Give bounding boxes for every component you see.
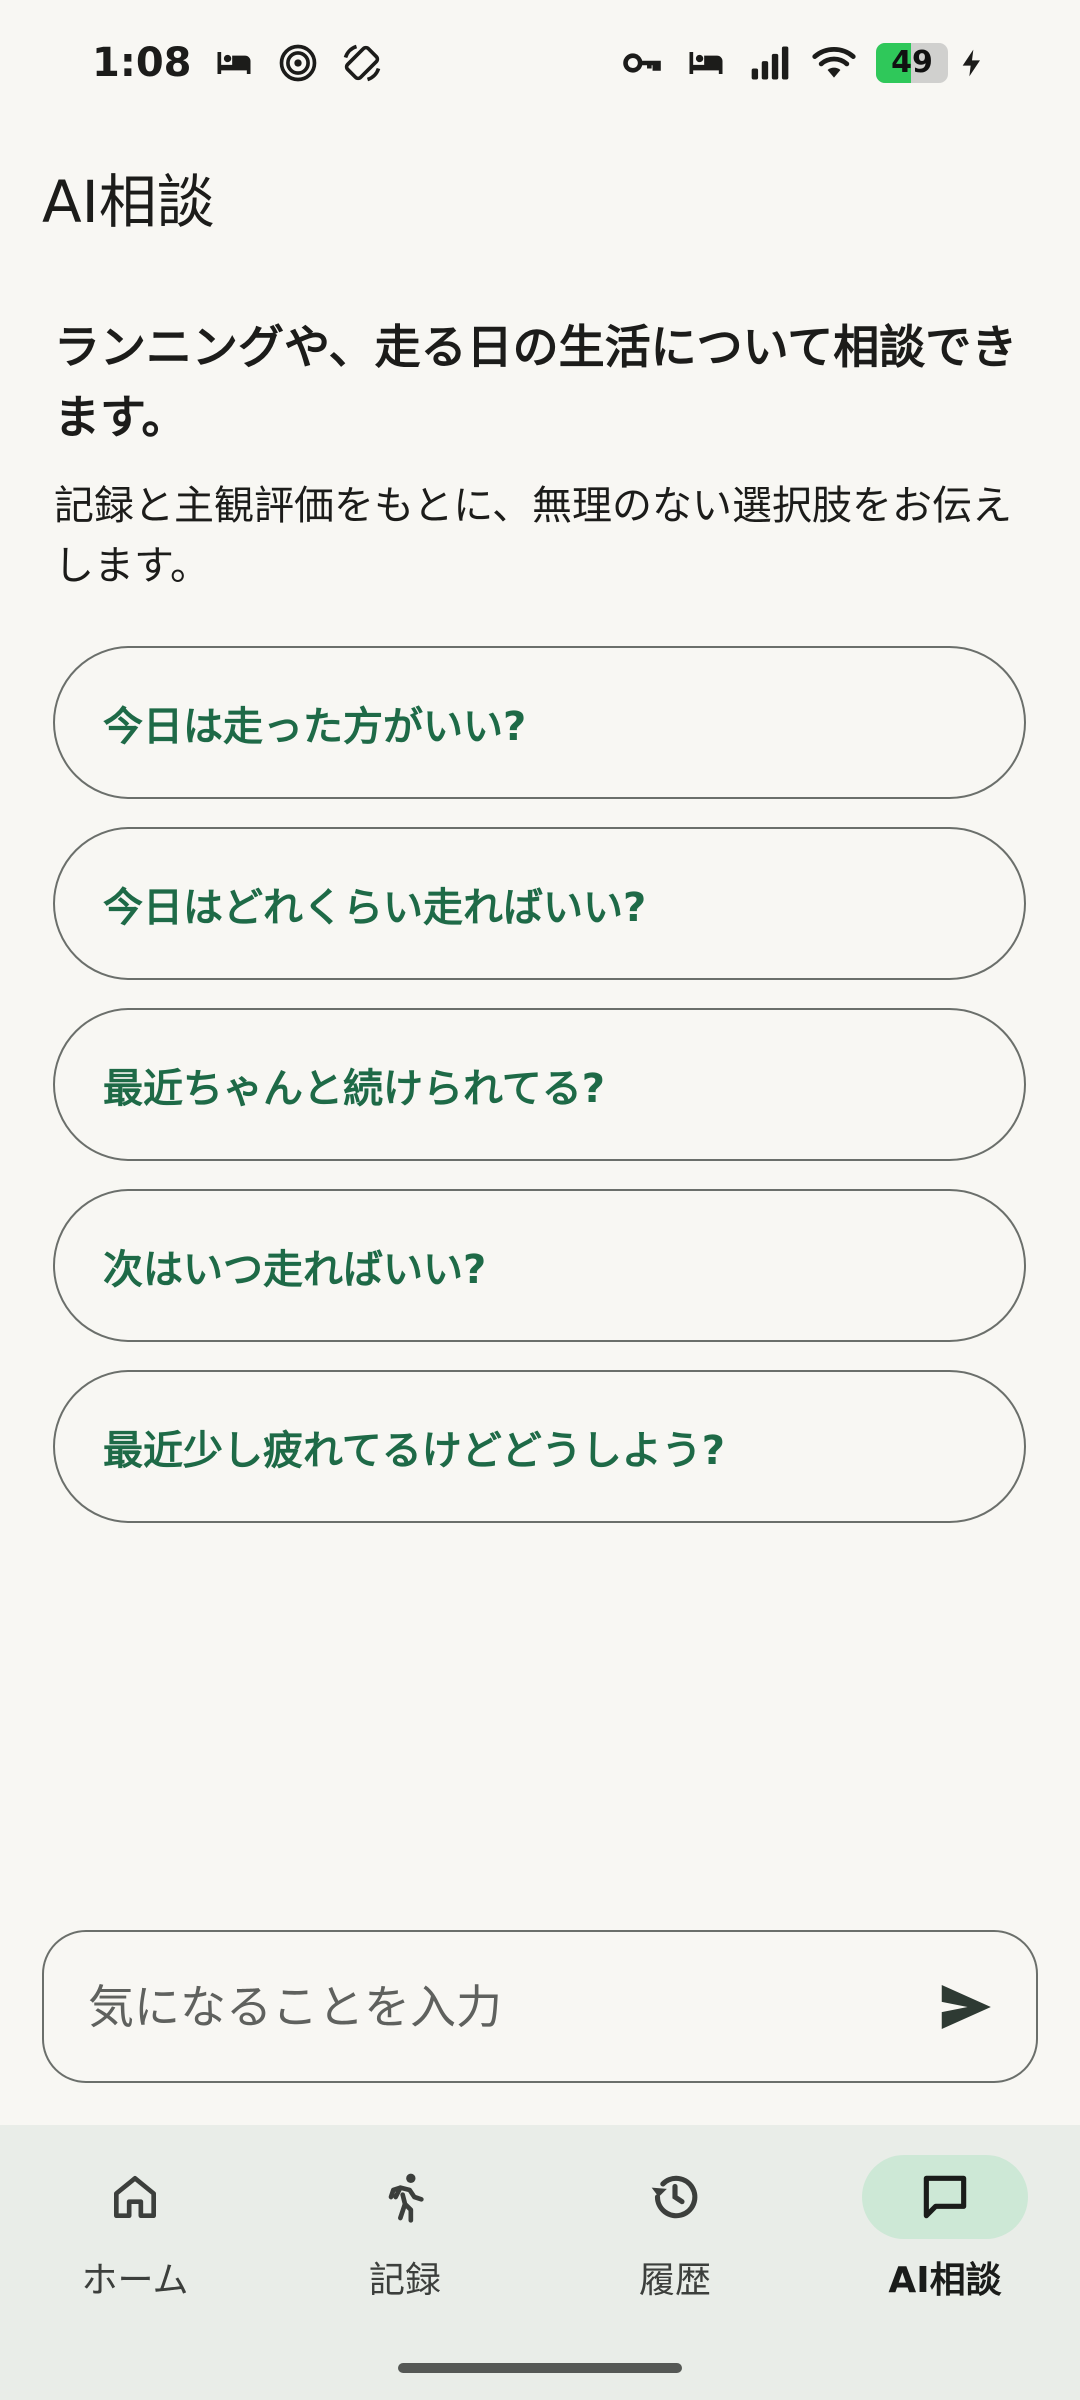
chat-icon	[923, 2175, 967, 2219]
intro-body: 記録と主観評価をもとに、無理のない選択肢をお伝えします。	[54, 483, 1012, 589]
page-title: AI相談	[42, 168, 215, 236]
nav-item-ai-consult[interactable]: AI相談	[810, 2155, 1080, 2400]
intro-heading: ランニングや、走る日の生活について相談できます。	[54, 320, 1018, 444]
status-right: 49	[620, 41, 988, 85]
spiral-icon	[279, 44, 316, 81]
send-button[interactable]	[930, 1972, 1000, 2042]
status-time: 1:08	[92, 39, 192, 86]
status-left: 1:08	[92, 40, 384, 86]
suggestion-chip[interactable]: 今日はどれくらい走ればいい?	[53, 827, 1026, 980]
nav-item-home[interactable]: ホーム	[0, 2155, 270, 2400]
bed-icon	[217, 51, 250, 74]
chat-input[interactable]	[86, 1978, 930, 2035]
nav-icon-container	[322, 2155, 488, 2239]
home-icon	[114, 2176, 157, 2218]
nav-icon-container	[862, 2155, 1028, 2239]
suggestion-chip[interactable]: 最近少し疲れてるけどどうしよう?	[53, 1370, 1026, 1523]
nav-icon-container	[592, 2155, 758, 2239]
signal-icon	[751, 46, 789, 79]
send-icon	[941, 1984, 991, 2029]
nav-icon-container	[52, 2155, 218, 2239]
key-icon	[623, 52, 661, 73]
runner-icon	[388, 2173, 424, 2223]
battery-indicator: 49	[876, 42, 948, 83]
nav-label: 履歴	[638, 2260, 711, 2301]
wifi-icon	[812, 46, 856, 78]
status-bar: 1:08 49	[0, 0, 1080, 125]
nav-label: AI相談	[888, 2260, 1002, 2301]
home-indicator[interactable]	[398, 2363, 682, 2373]
chat-input-container	[42, 1930, 1038, 2083]
suggestion-chip[interactable]: 今日は走った方がいい?	[53, 646, 1026, 799]
nav-label: 記録	[368, 2260, 441, 2301]
suggestion-list: 今日は走った方がいい? 今日はどれくらい走ればいい? 最近ちゃんと続けられてる?…	[53, 646, 1026, 1523]
suggestion-chip[interactable]: 最近ちゃんと続けられてる?	[53, 1008, 1026, 1161]
history-icon	[651, 2175, 698, 2219]
bed-icon	[689, 51, 723, 74]
bottom-navigation: ホーム 記録 履歴 AI相談	[0, 2125, 1080, 2400]
battery-level: 49	[891, 45, 933, 80]
suggestion-chip[interactable]: 次はいつ走ればいい?	[53, 1189, 1026, 1342]
nav-label: ホーム	[81, 2260, 189, 2301]
charging-icon	[962, 49, 980, 76]
rotate-icon	[343, 44, 380, 81]
